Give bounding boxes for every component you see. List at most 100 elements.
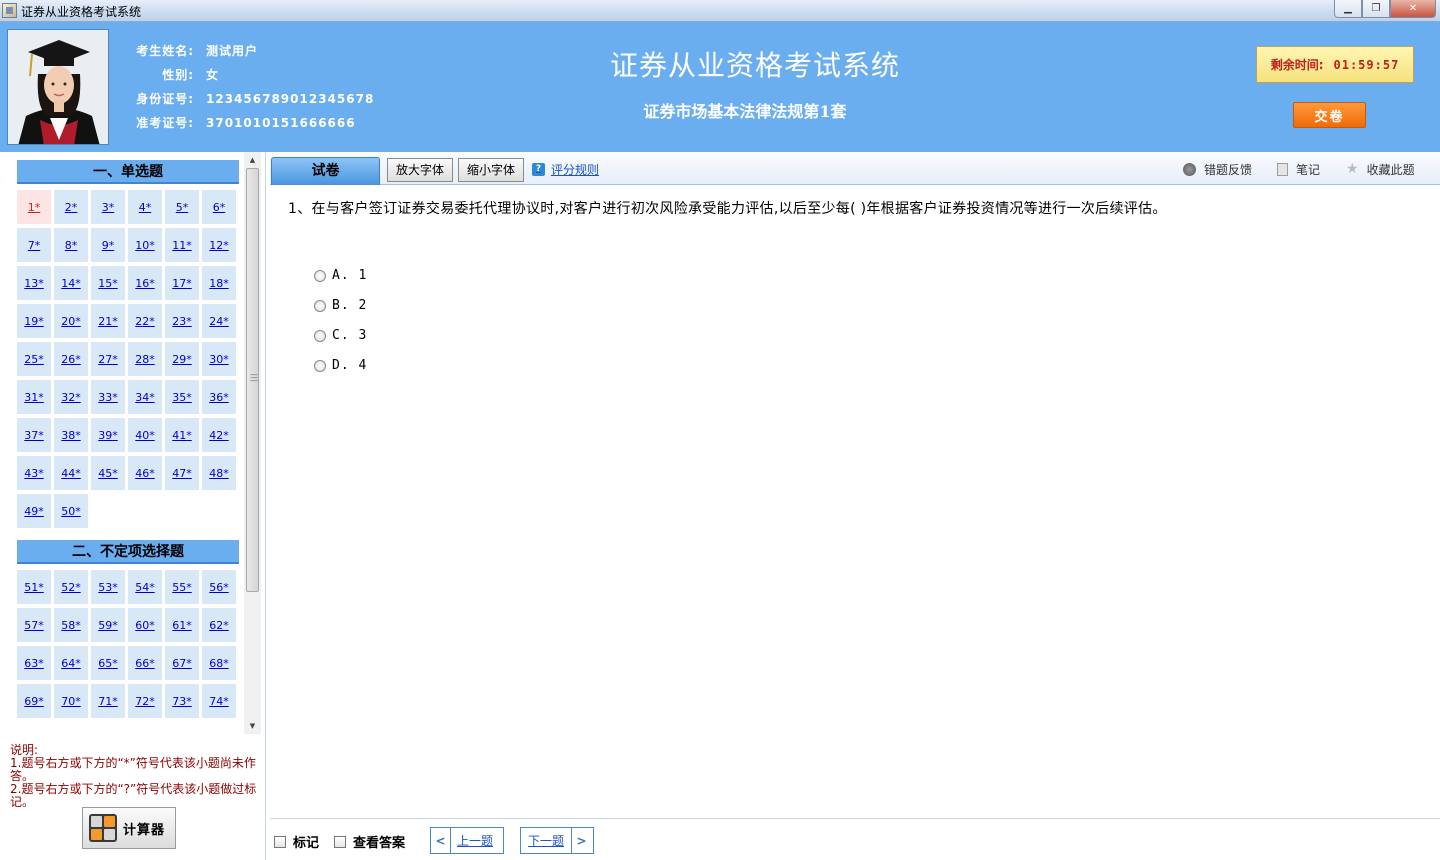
option-b[interactable]: B. 2 (314, 298, 367, 313)
option-b-radio[interactable] (314, 299, 326, 312)
question-number-22[interactable]: 22* (128, 304, 162, 338)
question-number-47[interactable]: 47* (165, 456, 199, 490)
question-number-10[interactable]: 10* (128, 228, 162, 262)
question-number-58[interactable]: 58* (54, 608, 88, 642)
question-number-46[interactable]: 46* (128, 456, 162, 490)
question-number-70[interactable]: 70* (54, 684, 88, 718)
show-answer-checkbox[interactable]: 查看答案 (334, 832, 405, 851)
question-number-56[interactable]: 56* (202, 570, 236, 604)
question-number-64[interactable]: 64* (54, 646, 88, 680)
next-question-button[interactable]: 下一题 > (520, 827, 594, 854)
enlarge-font-button[interactable]: 放大字体 (387, 158, 453, 182)
question-number-54[interactable]: 54* (128, 570, 162, 604)
previous-question-button[interactable]: < 上一题 (430, 827, 504, 854)
question-number-26[interactable]: 26* (54, 342, 88, 376)
question-number-65[interactable]: 65* (91, 646, 125, 680)
scroll-down-arrow-icon[interactable]: ▼ (244, 718, 261, 734)
mark-checkbox[interactable]: 标记 (274, 832, 319, 851)
question-number-27[interactable]: 27* (91, 342, 125, 376)
shrink-font-button[interactable]: 缩小字体 (458, 158, 524, 182)
question-number-61[interactable]: 61* (165, 608, 199, 642)
question-number-5[interactable]: 5* (165, 190, 199, 224)
option-d-radio[interactable] (314, 359, 326, 372)
option-a[interactable]: A. 1 (314, 268, 367, 283)
question-number-25[interactable]: 25* (17, 342, 51, 376)
question-number-16[interactable]: 16* (128, 266, 162, 300)
question-number-42[interactable]: 42* (202, 418, 236, 452)
question-number-52[interactable]: 52* (54, 570, 88, 604)
question-number-15[interactable]: 15* (91, 266, 125, 300)
question-number-34[interactable]: 34* (128, 380, 162, 414)
question-number-62[interactable]: 62* (202, 608, 236, 642)
question-number-11[interactable]: 11* (165, 228, 199, 262)
question-number-29[interactable]: 29* (165, 342, 199, 376)
question-number-51[interactable]: 51* (17, 570, 51, 604)
question-number-18[interactable]: 18* (202, 266, 236, 300)
question-number-35[interactable]: 35* (165, 380, 199, 414)
question-number-23[interactable]: 23* (165, 304, 199, 338)
restore-button[interactable]: ❐ (1362, 0, 1390, 18)
question-number-31[interactable]: 31* (17, 380, 51, 414)
question-number-66[interactable]: 66* (128, 646, 162, 680)
score-rules-link[interactable]: ? 评分规则 (532, 161, 599, 178)
option-d[interactable]: D. 4 (314, 358, 367, 373)
question-number-74[interactable]: 74* (202, 684, 236, 718)
question-number-14[interactable]: 14* (54, 266, 88, 300)
question-number-44[interactable]: 44* (54, 456, 88, 490)
option-c-radio[interactable] (314, 329, 326, 342)
question-number-55[interactable]: 55* (165, 570, 199, 604)
mark-checkbox-box[interactable] (274, 835, 286, 848)
question-number-4[interactable]: 4* (128, 190, 162, 224)
submit-paper-button[interactable]: 交卷 (1293, 102, 1366, 128)
question-number-6[interactable]: 6* (202, 190, 236, 224)
section-title-indefinite-choice[interactable]: 二、不定项选择题 (17, 540, 239, 564)
question-number-19[interactable]: 19* (17, 304, 51, 338)
question-list-scrollbar[interactable]: ▲ — — — ▼ (244, 152, 261, 734)
question-number-48[interactable]: 48* (202, 456, 236, 490)
tab-paper[interactable]: 试卷 (271, 157, 380, 185)
question-number-2[interactable]: 2* (54, 190, 88, 224)
question-number-59[interactable]: 59* (91, 608, 125, 642)
question-number-21[interactable]: 21* (91, 304, 125, 338)
question-number-32[interactable]: 32* (54, 380, 88, 414)
error-feedback-button[interactable]: 错题反馈 (1183, 161, 1252, 178)
question-number-50[interactable]: 50* (54, 494, 88, 528)
question-number-30[interactable]: 30* (202, 342, 236, 376)
question-number-69[interactable]: 69* (17, 684, 51, 718)
question-number-37[interactable]: 37* (17, 418, 51, 452)
question-number-68[interactable]: 68* (202, 646, 236, 680)
question-number-9[interactable]: 9* (91, 228, 125, 262)
question-number-3[interactable]: 3* (91, 190, 125, 224)
question-number-40[interactable]: 40* (128, 418, 162, 452)
minimize-button[interactable]: ▁ (1334, 0, 1362, 18)
section-title-single-choice[interactable]: 一、单选题 (17, 160, 239, 184)
question-number-63[interactable]: 63* (17, 646, 51, 680)
question-number-43[interactable]: 43* (17, 456, 51, 490)
calculator-button[interactable]: 计算器 (82, 807, 176, 849)
question-number-12[interactable]: 12* (202, 228, 236, 262)
question-number-1[interactable]: 1* (17, 190, 51, 224)
question-number-41[interactable]: 41* (165, 418, 199, 452)
question-number-17[interactable]: 17* (165, 266, 199, 300)
favorite-question-button[interactable]: ★ 收藏此题 (1346, 161, 1415, 178)
question-number-72[interactable]: 72* (128, 684, 162, 718)
question-number-39[interactable]: 39* (91, 418, 125, 452)
question-number-57[interactable]: 57* (17, 608, 51, 642)
question-number-67[interactable]: 67* (165, 646, 199, 680)
notes-button[interactable]: 笔记 (1277, 161, 1320, 178)
question-number-28[interactable]: 28* (128, 342, 162, 376)
option-a-radio[interactable] (314, 269, 326, 282)
question-number-24[interactable]: 24* (202, 304, 236, 338)
question-number-71[interactable]: 71* (91, 684, 125, 718)
question-number-73[interactable]: 73* (165, 684, 199, 718)
scroll-up-arrow-icon[interactable]: ▲ (244, 152, 261, 168)
question-number-33[interactable]: 33* (91, 380, 125, 414)
question-number-53[interactable]: 53* (91, 570, 125, 604)
question-number-49[interactable]: 49* (17, 494, 51, 528)
question-number-20[interactable]: 20* (54, 304, 88, 338)
question-number-36[interactable]: 36* (202, 380, 236, 414)
question-number-45[interactable]: 45* (91, 456, 125, 490)
show-answer-checkbox-box[interactable] (334, 835, 346, 848)
question-number-13[interactable]: 13* (17, 266, 51, 300)
question-number-60[interactable]: 60* (128, 608, 162, 642)
